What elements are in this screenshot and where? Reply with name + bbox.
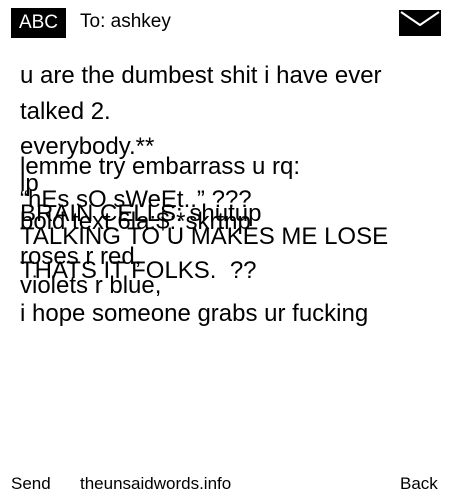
softkey-bar: Send theunsaidwords.info Back [0, 470, 450, 498]
message-body[interactable]: u are the dumbest shit i have ever talke… [0, 0, 450, 460]
site-label: theunsaidwords.info [80, 474, 232, 493]
message-line: u are the dumbest shit i have ever [20, 62, 382, 89]
message-line: talked 2. [20, 98, 111, 125]
message-line: i hope someone grabs ur fucking [20, 300, 369, 327]
message-line: lemme try embarrass u rq: [20, 153, 301, 180]
back-softkey[interactable]: Back [400, 470, 438, 498]
message-line: violets r blue, [20, 272, 162, 299]
send-softkey[interactable]: Send [11, 470, 51, 498]
